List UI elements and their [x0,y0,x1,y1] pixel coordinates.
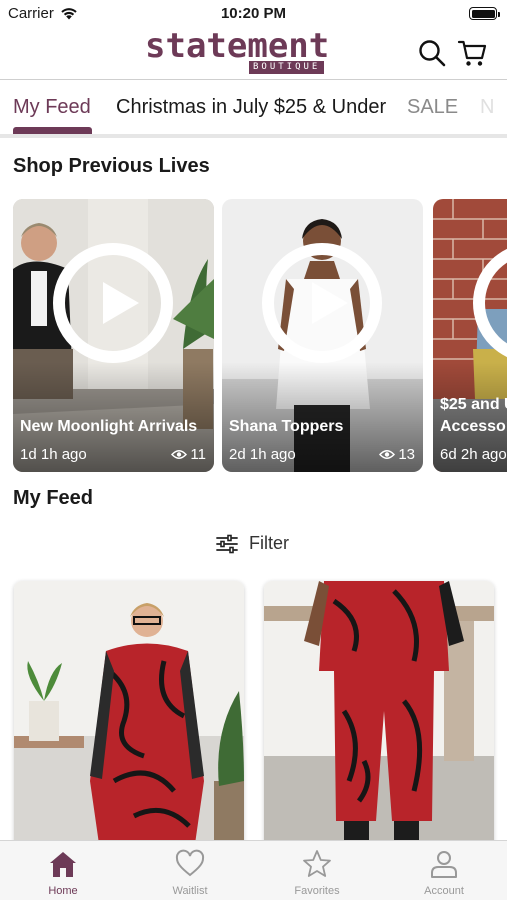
live-title: New Moonlight Arrivals [20,418,198,435]
nav-home[interactable]: Home [0,841,126,900]
nav-favorites[interactable]: Favorites [254,841,380,900]
live-title: Shana Toppers [229,418,344,435]
nav-home-label: Home [48,885,78,897]
nav-waitlist[interactable]: Waitlist [127,841,253,900]
tab-christmas-in-july[interactable]: Christmas in July $25 & Under [116,96,386,119]
search-icon[interactable] [417,38,447,68]
tab-sale[interactable]: SALE [407,96,458,119]
previous-lives-heading: Shop Previous Lives [13,155,210,177]
active-tab-indicator [13,127,92,134]
eye-icon [379,450,396,459]
brand-logo[interactable]: statement BOUTIQUE [145,26,365,76]
live-card[interactable]: Shana Toppers 2d 1h ago 13 [222,199,423,472]
view-count-value: 13 [398,446,415,463]
tab-my-feed[interactable]: My Feed [13,96,91,119]
view-count: 13 [379,446,415,463]
eye-icon [171,450,188,459]
status-bar: Carrier 10:20 PM [0,0,507,28]
view-count-value: 11 [190,446,206,463]
bottom-tab-bar: Home Waitlist Favorites Account [0,840,507,900]
heart-icon [175,849,205,877]
star-icon [303,850,331,877]
nav-account-label: Account [424,885,464,897]
nav-waitlist-label: Waitlist [172,885,208,897]
live-time-ago: 6d 2h ago [440,446,507,463]
feed-item[interactable] [264,581,494,851]
product-image [14,581,244,851]
live-time-ago: 1d 1h ago [20,446,87,463]
view-count: 11 [171,446,206,463]
filter-button[interactable]: Filter [215,533,289,554]
play-button-icon[interactable] [53,243,173,363]
live-card[interactable]: New Moonlight Arrivals 1d 1h ago 11 [13,199,214,472]
filter-label: Filter [249,533,289,553]
logo-wordmark: statement [145,26,330,66]
feed-item[interactable] [14,581,244,851]
play-button-icon[interactable] [262,243,382,363]
live-time-ago: 2d 1h ago [229,446,296,463]
sliders-icon [216,534,238,553]
battery-icon [469,7,500,20]
category-tabs: My Feed Christmas in July $25 & Under SA… [0,80,507,138]
live-title: $25 and Under Sale and Accessories [440,396,507,435]
app-header: statement BOUTIQUE [0,26,507,80]
my-feed-heading: My Feed [13,487,94,509]
nav-favorites-label: Favorites [294,885,340,897]
nav-account[interactable]: Account [381,841,507,900]
cart-icon[interactable] [457,38,487,68]
tab-next-partial[interactable]: N [480,96,494,119]
home-icon [50,852,76,877]
previous-lives-carousel[interactable]: New Moonlight Arrivals 1d 1h ago 11 Shan… [0,199,507,472]
product-image [264,581,494,851]
live-card[interactable]: $25 and Under Sale and Accessories 6d 2h… [433,199,507,472]
person-icon [431,851,457,878]
clock: 10:20 PM [220,5,287,22]
logo-subtitle: BOUTIQUE [249,61,325,74]
